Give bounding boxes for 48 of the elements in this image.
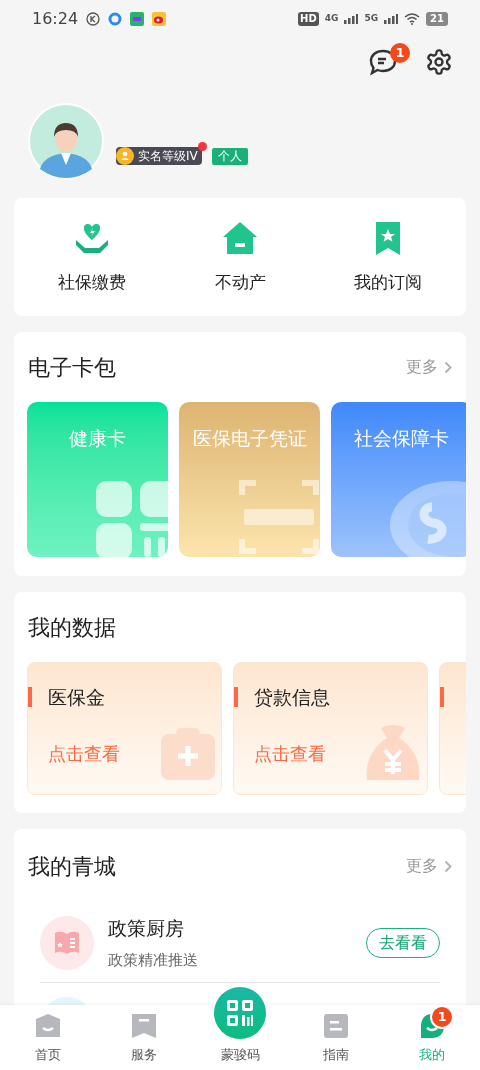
- shortcut-item[interactable]: 我的订阅: [338, 218, 438, 296]
- battery-indicator: 21: [426, 12, 448, 26]
- chevron-right-icon: [444, 859, 452, 873]
- signal-icon: [344, 14, 359, 24]
- section-title: 电子卡包: [28, 353, 116, 382]
- medical-kit-icon: [161, 728, 215, 782]
- hd-indicator: HD: [298, 12, 319, 26]
- browser-app-icon: [108, 12, 123, 26]
- data-tile[interactable]: 贷款信息 点击查看: [233, 662, 428, 795]
- section-title: 我的青城: [28, 852, 116, 881]
- account-type-tag: 个人: [211, 147, 248, 165]
- wifi-icon: [404, 13, 421, 25]
- verification-level-text: 实名等级IV: [138, 148, 198, 165]
- chat-icon: [369, 48, 397, 76]
- item-title: 政策厨房: [108, 916, 185, 941]
- chevron-right-icon: [444, 360, 452, 374]
- section-title: 我的数据: [28, 613, 116, 642]
- nav-tab[interactable]: 指南: [296, 1012, 376, 1064]
- user-medal-icon: [116, 147, 134, 165]
- tv-app-icon: [130, 12, 145, 26]
- notification-badge: 1: [390, 43, 410, 63]
- shortcut-item[interactable]: 不动产: [190, 218, 290, 296]
- card-title: 社会保障卡: [354, 426, 449, 451]
- notification-badge: 1: [432, 1006, 452, 1027]
- home-icon: [35, 1012, 61, 1039]
- nav-tab[interactable]: 首页: [8, 1012, 88, 1064]
- document-icon: [323, 1012, 349, 1039]
- network-label: 5G: [364, 12, 379, 26]
- signal-icon: [384, 14, 399, 24]
- bookmark-icon: [131, 1012, 157, 1039]
- nav-tab[interactable]: 蒙骏码: [200, 1044, 280, 1064]
- status-time: 16:24: [32, 8, 79, 30]
- settings-icon: [425, 48, 453, 76]
- messages-button[interactable]: [368, 47, 398, 77]
- tile-title: 医保金: [48, 685, 105, 710]
- settings-button[interactable]: [424, 47, 454, 77]
- tile-title: 贷款信息: [254, 685, 330, 710]
- network-label: 4G: [324, 12, 339, 26]
- nav-tab[interactable]: 服务: [104, 1012, 184, 1064]
- shortcut-item[interactable]: 社保缴费: [42, 218, 142, 296]
- card-title: 健康卡: [69, 426, 126, 451]
- book-icon: [40, 915, 94, 970]
- data-tile[interactable]: 医保金 点击查看: [27, 662, 222, 795]
- item-subtitle: 政策精准推送: [108, 949, 198, 971]
- card-title: 医保电子凭证: [192, 426, 307, 451]
- k-circle-icon: [86, 12, 101, 26]
- verification-level-badge[interactable]: 实名等级IV: [116, 147, 202, 165]
- money-bag-icon: [365, 724, 421, 782]
